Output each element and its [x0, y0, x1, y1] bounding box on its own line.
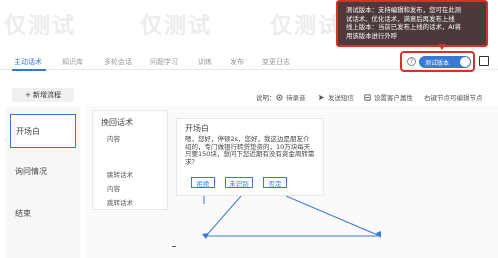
- tag-icon: [364, 93, 371, 101]
- legend-attribute: 设置客户属性: [364, 92, 413, 102]
- tab-multi-turn[interactable]: 多轮会话: [104, 57, 132, 67]
- tab-publish[interactable]: 发布: [230, 57, 244, 67]
- flow-connectors: [202, 196, 381, 239]
- fullscreen-icon[interactable]: [479, 56, 489, 66]
- card-content-label: 内容: [107, 135, 120, 143]
- canvas-dash: [172, 246, 176, 247]
- add-flow-button[interactable]: + 新增流程: [12, 88, 74, 102]
- send-icon: [318, 94, 325, 100]
- version-toggle[interactable]: 测试版本: [419, 56, 471, 68]
- tab-training[interactable]: 训练: [198, 57, 212, 67]
- card-content-label: 内容: [107, 185, 120, 193]
- active-tab-indicator: [12, 69, 46, 71]
- node-script-text: 嗯，您好，停顿2s，您好，我这边是朋友介绍的，专门做银行转贷垫资的，10万块每天…: [185, 135, 315, 166]
- version-toggle-label: 测试版本: [425, 59, 450, 67]
- record-icon: [276, 93, 283, 101]
- tooltip-line: 测试版本：支持编辑和发布，您可在此测: [346, 6, 462, 14]
- help-icon[interactable]: ?: [407, 57, 416, 66]
- keyword-negative[interactable]: 否定: [263, 177, 287, 188]
- keyword-unrecognized[interactable]: 未识别: [225, 177, 253, 188]
- keyword-reject[interactable]: 拒绝: [191, 177, 215, 188]
- watermark: 仅测试: [4, 14, 77, 39]
- card-jump-label: 跳转话术: [107, 171, 133, 179]
- tooltip-line: 用该版本进行外呼: [346, 31, 398, 40]
- legend-prefix: 说明：: [256, 94, 276, 102]
- node-title: 开场白: [185, 124, 209, 133]
- card-jump-label: 跳转话术: [107, 199, 133, 207]
- legend-recording: 待录音: [276, 92, 306, 102]
- flow-sidebar: 开场白 询问情况 结束: [6, 106, 80, 258]
- tooltip-arrow: [438, 44, 446, 50]
- retention-card[interactable]: 挽回话术 内容 跳转话术 内容 跳转话术: [92, 110, 168, 210]
- opening-node[interactable]: 开场白 嗯，您好，停顿2s，您好，我这边是朋友介绍的，专门做银行转贷垫资的，10…: [176, 118, 324, 196]
- sidebar-item-end[interactable]: 结束: [10, 196, 76, 230]
- legend-right-click: 右键节点可编辑节点: [424, 94, 483, 102]
- sidebar-item-inquiry[interactable]: 询问情况: [10, 154, 76, 188]
- sidebar-item-opening[interactable]: 开场白: [10, 114, 76, 148]
- tab-question-learning[interactable]: 问题学习: [150, 57, 178, 67]
- card-title: 挽回话术: [101, 118, 133, 127]
- version-tooltip: 测试版本：支持编辑和发布，您可在此测 试话术、优化话术，满意后再发布上线 线上版…: [336, 0, 488, 47]
- watermark: 仅测试: [140, 14, 213, 39]
- tab-change-log[interactable]: 变更日志: [262, 57, 290, 67]
- legend-sms: 发送短信: [318, 92, 354, 102]
- tab-active-script[interactable]: 主动话术: [14, 57, 42, 67]
- toggle-knob: [460, 57, 470, 67]
- tooltip-line: 试话术、优化话术，满意后再发布上线: [346, 14, 455, 23]
- tab-knowledge-base[interactable]: 知识库: [62, 57, 83, 67]
- tooltip-line: 线上版本：当前已发布上线的话术，AI将: [346, 23, 461, 31]
- watermark: 仅测试: [270, 14, 343, 39]
